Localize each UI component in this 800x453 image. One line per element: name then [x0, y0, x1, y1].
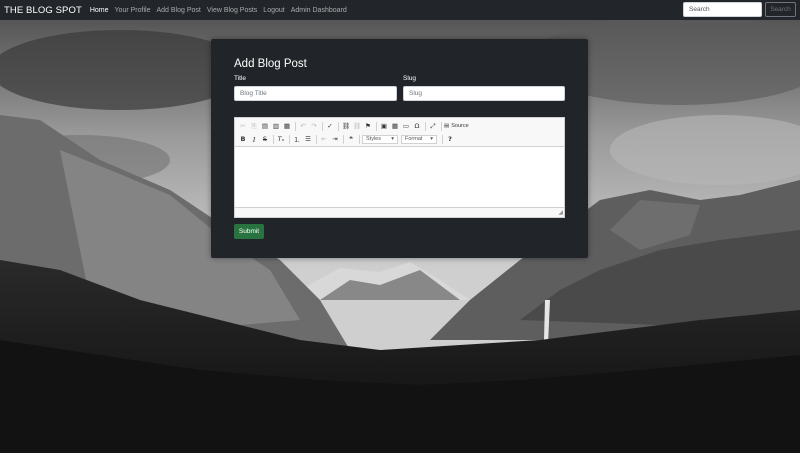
undo-icon[interactable]: ↶ [298, 121, 308, 131]
strikethrough-icon[interactable]: S [260, 134, 270, 144]
nav-link-logout[interactable]: Logout [263, 7, 284, 14]
anchor-flag-icon[interactable]: ⚑ [363, 121, 373, 131]
bulleted-list-icon[interactable]: ☰ [303, 134, 313, 144]
remove-format-icon[interactable]: Tₓ [276, 134, 286, 144]
toolbar-separator [343, 134, 344, 144]
add-blog-post-card: Add Blog Post Title Slug ✂ ⎘ ▤ ▥ ▦ ↶ ↷ ✓… [211, 39, 588, 258]
editor-toolbar: ✂ ⎘ ▤ ▥ ▦ ↶ ↷ ✓ ⛓ ⛓ ⚑ ▣ ▦ ▭ Ω ⤢ ▤ Source… [235, 118, 564, 147]
slug-label: Slug [403, 75, 417, 82]
bold-icon[interactable]: B [238, 134, 248, 144]
title-label: Title [234, 75, 247, 82]
toolbar-separator [359, 134, 360, 144]
toolbar-separator [289, 134, 290, 144]
toolbar-separator [442, 134, 443, 144]
editor-toolbar-row-1: ✂ ⎘ ▤ ▥ ▦ ↶ ↷ ✓ ⛓ ⛓ ⚑ ▣ ▦ ▭ Ω ⤢ ▤ Source [238, 120, 469, 132]
toolbar-separator [322, 121, 323, 131]
nav-link-admin-dashboard[interactable]: Admin Dashboard [291, 7, 347, 14]
redo-icon[interactable]: ↷ [309, 121, 319, 131]
table-icon[interactable]: ▦ [390, 121, 400, 131]
nav-link-add-blog-post[interactable]: Add Blog Post [156, 7, 200, 14]
paste-text-icon[interactable]: ▥ [271, 121, 281, 131]
blockquote-icon[interactable]: ❝ [346, 134, 356, 144]
toolbar-separator [316, 134, 317, 144]
indent-icon[interactable]: ⇥ [330, 134, 340, 144]
horizontal-line-icon[interactable]: ▭ [401, 121, 411, 131]
styles-dropdown-label: Styles [366, 136, 381, 142]
help-icon[interactable]: ? [445, 134, 455, 144]
page-title: Add Blog Post [234, 58, 307, 70]
copy-icon[interactable]: ⎘ [249, 121, 259, 131]
editor-status-bar: ◢ [235, 207, 564, 217]
submit-button[interactable]: Submit [234, 224, 264, 239]
nav-link-home[interactable]: Home [90, 7, 109, 14]
toolbar-separator [273, 134, 274, 144]
slug-input[interactable] [403, 86, 565, 101]
search-input[interactable] [683, 2, 762, 17]
numbered-list-icon[interactable]: ⒈ [292, 134, 302, 144]
format-dropdown[interactable]: Format ▾ [401, 134, 437, 144]
top-navbar: THE BLOG SPOT Home Your Profile Add Blog… [0, 0, 800, 20]
source-label: Source [451, 123, 469, 129]
toolbar-separator [425, 121, 426, 131]
paste-word-icon[interactable]: ▦ [282, 121, 292, 131]
toolbar-separator [441, 121, 442, 131]
paste-icon[interactable]: ▤ [260, 121, 270, 131]
title-input[interactable] [234, 86, 397, 101]
brand-logo[interactable]: THE BLOG SPOT [4, 5, 82, 16]
outdent-icon[interactable]: ⇤ [319, 134, 329, 144]
resize-grip-icon[interactable]: ◢ [558, 210, 563, 216]
rich-text-editor: ✂ ⎘ ▤ ▥ ▦ ↶ ↷ ✓ ⛓ ⛓ ⚑ ▣ ▦ ▭ Ω ⤢ ▤ Source… [234, 117, 565, 218]
nav-link-view-blog-posts[interactable]: View Blog Posts [207, 7, 257, 14]
special-char-omega-icon[interactable]: Ω [412, 121, 422, 131]
toolbar-separator [295, 121, 296, 131]
toolbar-separator [338, 121, 339, 131]
editor-toolbar-row-2: B I S Tₓ ⒈ ☰ ⇤ ⇥ ❝ Styles ▾ Format ▾ ? [238, 133, 456, 145]
source-icon: ▤ [444, 123, 450, 129]
italic-icon[interactable]: I [249, 134, 259, 144]
search-button[interactable]: Search [765, 2, 796, 17]
maximize-icon[interactable]: ⤢ [428, 121, 438, 131]
chevron-down-icon: ▾ [430, 136, 433, 142]
format-dropdown-label: Format [405, 136, 423, 142]
unlink-icon[interactable]: ⛓ [352, 121, 362, 131]
styles-dropdown[interactable]: Styles ▾ [362, 134, 398, 144]
editor-content-area[interactable] [235, 147, 564, 207]
chevron-down-icon: ▾ [391, 136, 394, 142]
link-icon[interactable]: ⛓ [341, 121, 351, 131]
nav-link-your-profile[interactable]: Your Profile [115, 7, 151, 14]
image-icon[interactable]: ▣ [379, 121, 389, 131]
source-button[interactable]: ▤ Source [444, 123, 469, 129]
cut-icon[interactable]: ✂ [238, 121, 248, 131]
toolbar-separator [376, 121, 377, 131]
spellcheck-icon[interactable]: ✓ [325, 121, 335, 131]
